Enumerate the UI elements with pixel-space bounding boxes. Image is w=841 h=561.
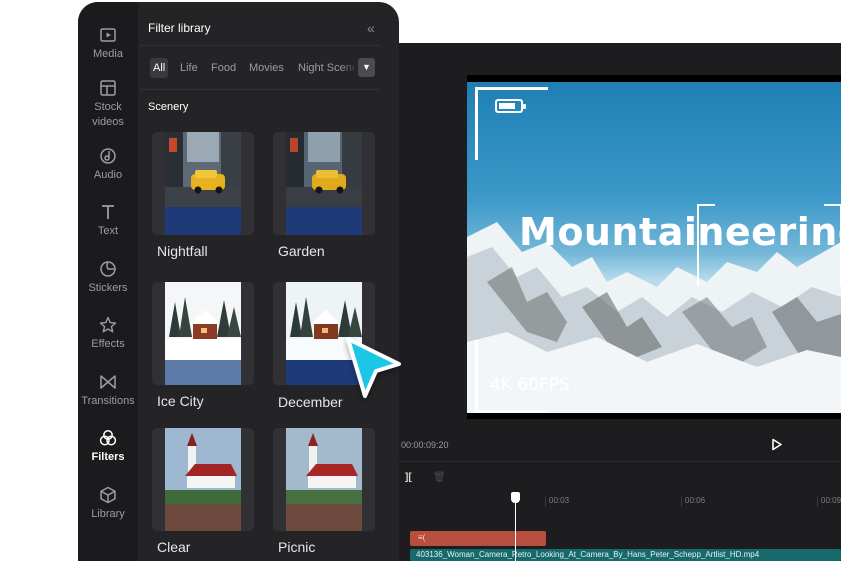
tick-line bbox=[817, 497, 818, 507]
section-heading: Scenery bbox=[148, 101, 189, 113]
fps-label: 4K 60FPS bbox=[490, 375, 570, 395]
stock-videos-icon bbox=[100, 80, 116, 96]
filter-name: Nightfall bbox=[157, 243, 208, 259]
divider bbox=[140, 45, 380, 46]
rail-label: Audio bbox=[93, 169, 123, 181]
audio-clip[interactable]: ≡( bbox=[410, 531, 546, 546]
chevron-down-icon[interactable]: ▼ bbox=[358, 58, 375, 77]
filters-icon bbox=[99, 430, 117, 446]
tab-movies[interactable]: Movies bbox=[246, 58, 287, 78]
rail-item-library[interactable]: Library bbox=[78, 485, 138, 522]
play-button[interactable] bbox=[771, 438, 783, 451]
filter-card-garden[interactable] bbox=[273, 132, 375, 235]
timecode: / 00:00:09:20 bbox=[396, 440, 449, 450]
tick-label: 00:06 bbox=[685, 496, 706, 505]
tab-life[interactable]: Life bbox=[177, 58, 201, 78]
timeline-ruler[interactable] bbox=[384, 492, 841, 512]
filter-thumbnail bbox=[165, 428, 241, 531]
tick-label: 00:03 bbox=[549, 496, 570, 505]
filter-card-nightfall[interactable] bbox=[152, 132, 254, 235]
rail-item-stickers[interactable]: Stickers bbox=[78, 259, 138, 296]
rail-item-effects[interactable]: Effects bbox=[78, 315, 138, 352]
rail-item-text[interactable]: Text bbox=[78, 202, 138, 239]
filter-thumbnail bbox=[165, 132, 241, 235]
cursor-arrow-icon bbox=[346, 337, 401, 398]
rail-item-audio[interactable]: Audio bbox=[78, 146, 138, 183]
filter-thumbnail bbox=[286, 132, 362, 235]
rail-item-stock-videos[interactable]: Stock videos bbox=[78, 78, 138, 130]
rail-label: Stock bbox=[94, 101, 122, 113]
video-clip-label: 403136_Woman_Camera_Retro_Looking_At_Cam… bbox=[416, 550, 760, 559]
divider bbox=[140, 89, 380, 90]
media-icon bbox=[100, 28, 116, 42]
preview-title: Mountaineering bbox=[519, 210, 841, 254]
rail-label: Stickers bbox=[88, 282, 128, 294]
rail-label: Transitions bbox=[81, 395, 135, 407]
filter-card-clear[interactable] bbox=[152, 428, 254, 531]
filter-name: December bbox=[278, 394, 343, 410]
rail-label: Filters bbox=[91, 451, 125, 463]
rail-label: Media bbox=[93, 48, 123, 60]
rail-item-media[interactable]: Media bbox=[78, 25, 138, 62]
filter-card-ice-city[interactable] bbox=[152, 282, 254, 385]
delete-icon[interactable]: 🗑 bbox=[433, 472, 446, 484]
tick-label: 00:09 bbox=[821, 496, 841, 505]
rail-item-filters[interactable]: Filters bbox=[78, 428, 138, 465]
rail-label-line2: videos bbox=[92, 116, 124, 128]
audio-clip-label: ≡( bbox=[418, 533, 426, 542]
tabs-fade bbox=[341, 58, 357, 78]
tab-food[interactable]: Food bbox=[208, 58, 239, 78]
filter-name: Picnic bbox=[278, 539, 316, 555]
filter-name: Clear bbox=[157, 539, 191, 555]
text-icon bbox=[102, 205, 114, 219]
audio-icon bbox=[100, 148, 116, 164]
play-icon bbox=[772, 438, 782, 451]
filter-name: Garden bbox=[278, 243, 325, 259]
rail-label: Library bbox=[91, 508, 125, 520]
battery-icon bbox=[495, 99, 526, 113]
video-clip[interactable]: 403136_Woman_Camera_Retro_Looking_At_Cam… bbox=[410, 549, 841, 561]
rail-label: Effects bbox=[91, 338, 125, 350]
tab-all[interactable]: All bbox=[150, 58, 169, 78]
playhead-line[interactable] bbox=[515, 495, 516, 561]
rail-label: Text bbox=[97, 225, 119, 237]
transitions-icon bbox=[100, 375, 116, 389]
collapse-panel-icon[interactable]: « bbox=[367, 20, 375, 36]
library-icon bbox=[100, 486, 116, 504]
playhead-handle[interactable] bbox=[511, 492, 520, 503]
stickers-icon bbox=[100, 261, 116, 277]
filter-name: Ice City bbox=[157, 393, 204, 409]
filter-card-picnic[interactable] bbox=[273, 428, 375, 531]
viewfinder-corner-top-left bbox=[475, 87, 548, 160]
panel-title: Filter library bbox=[148, 21, 211, 35]
split-tool-icon[interactable]: ][ bbox=[405, 472, 417, 484]
rail-item-transitions[interactable]: Transitions bbox=[78, 372, 138, 409]
filter-thumbnail bbox=[286, 428, 362, 531]
effects-icon bbox=[99, 316, 117, 333]
tick-line bbox=[545, 497, 546, 507]
filter-thumbnail bbox=[165, 282, 241, 385]
tick-line bbox=[681, 497, 682, 507]
